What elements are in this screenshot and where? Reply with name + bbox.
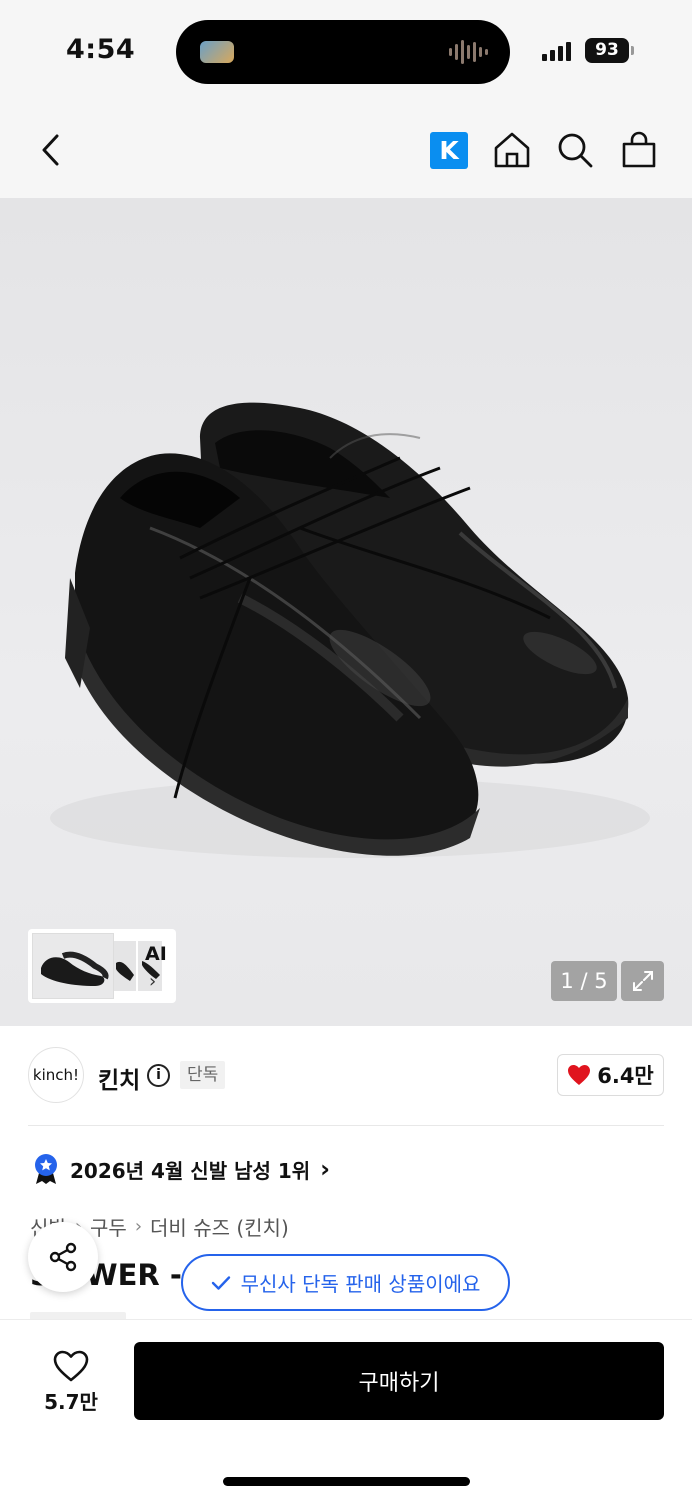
check-icon — [211, 1275, 230, 1290]
buy-button[interactable]: 구매하기 — [134, 1342, 664, 1420]
now-playing-thumbnail — [200, 41, 234, 63]
chevron-right-icon: › — [320, 1155, 331, 1183]
cart-button[interactable] — [619, 130, 659, 170]
brand-logo[interactable]: kinch! — [28, 1047, 84, 1103]
brand-name[interactable]: 킨치 — [98, 1061, 140, 1095]
ranking-badge-icon — [35, 1154, 57, 1184]
thumbnail-1[interactable] — [32, 933, 114, 999]
status-time: 4:54 — [66, 34, 136, 65]
exclusive-toast: 무신사 단독 판매 상품이에요 — [181, 1254, 510, 1311]
home-indicator — [223, 1477, 470, 1486]
brand-like-count: 6.4만 — [597, 1064, 654, 1088]
brand-like-button[interactable]: 6.4만 — [557, 1054, 664, 1096]
product-image-carousel[interactable] — [0, 198, 692, 1026]
heart-filled-icon — [568, 1065, 591, 1085]
share-button[interactable] — [28, 1222, 98, 1292]
product-image-shoes — [50, 402, 650, 858]
exclusive-toast-text: 무신사 단독 판매 상품이에요 — [240, 1272, 481, 1296]
heart-outline-icon — [53, 1350, 89, 1382]
ai-label[interactable]: AI — [145, 943, 167, 965]
ranking-text: 2026년 4월 신발 남성 1위 — [70, 1158, 311, 1183]
expand-icon — [632, 971, 653, 991]
audio-wave-icon — [449, 38, 488, 66]
k-badge-button[interactable]: K — [430, 132, 468, 169]
back-button[interactable] — [30, 130, 70, 170]
dynamic-island — [176, 20, 510, 84]
breadcrumb-item[interactable]: 구두 — [90, 1212, 127, 1241]
search-icon — [558, 133, 593, 168]
expand-button[interactable] — [621, 961, 664, 1001]
wishlist-count: 5.7만 — [44, 1390, 98, 1414]
status-bar: 4:54 93 — [0, 0, 692, 100]
signal-icon — [542, 41, 571, 61]
chevron-right-icon: › — [149, 971, 157, 992]
exclusive-tag: 단독 — [180, 1061, 226, 1089]
breadcrumb-item[interactable]: 더비 슈즈 (킨치) — [150, 1212, 289, 1241]
shopping-bag-icon — [622, 131, 656, 168]
image-counter: 1 / 5 — [551, 961, 617, 1001]
battery-icon: 93 — [585, 38, 634, 63]
ranking-link[interactable]: 2026년 4월 신발 남성 1위 › — [32, 1153, 330, 1185]
search-button[interactable] — [555, 130, 595, 170]
wishlist-button[interactable]: 5.7만 — [36, 1350, 106, 1415]
chevron-left-icon — [42, 134, 59, 166]
thumbnail-strip[interactable]: AI › — [28, 929, 176, 1003]
home-button[interactable] — [492, 130, 532, 170]
divider — [28, 1125, 664, 1126]
share-icon — [49, 1242, 77, 1272]
info-icon[interactable]: i — [147, 1064, 170, 1087]
bottom-action-bar: 5.7만 구매하기 — [0, 1319, 692, 1500]
thumbnail-2[interactable] — [114, 941, 136, 991]
home-icon — [494, 132, 530, 168]
top-nav: K — [0, 100, 692, 198]
chevron-right-icon: › — [134, 1216, 143, 1237]
